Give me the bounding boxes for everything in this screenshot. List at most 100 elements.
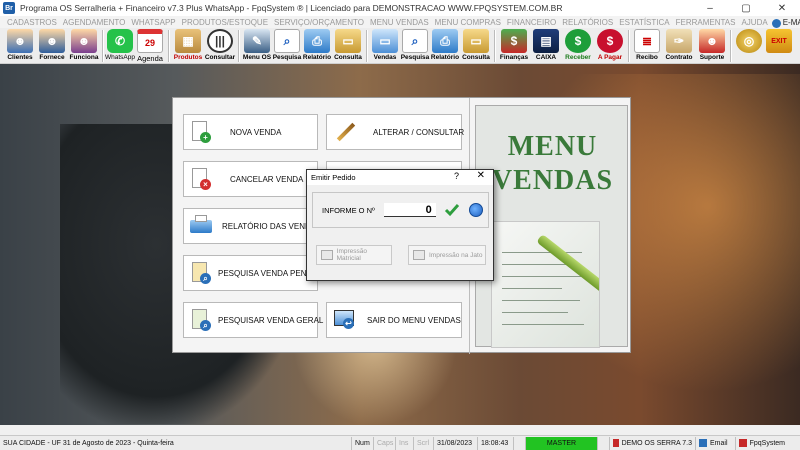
people-icon: ☻ <box>7 29 33 53</box>
caixa-button[interactable]: ▤ CAIXA <box>530 28 562 64</box>
title-bar: Br Programa OS Serralheria + Financeiro … <box>0 0 800 16</box>
recibo-label: Recibo <box>636 54 658 61</box>
dialog-close-button[interactable]: ✕ <box>477 170 485 181</box>
fornece-label: Fornece <box>39 54 65 61</box>
consulta-os-button[interactable]: ▭ Consulta <box>332 28 364 64</box>
status-caps: Caps <box>374 436 396 450</box>
relatorio-vendas-menu-button[interactable]: RELATÓRIO DAS VENDAS <box>183 208 321 244</box>
toolbar-separator <box>494 30 496 62</box>
search-pending-icon: ⌕ <box>190 261 212 285</box>
alterar-consultar-button[interactable]: ALTERAR / CONSULTAR <box>326 114 464 150</box>
produtos-button[interactable]: ▦ Produtos <box>172 28 204 64</box>
menu-vendas-title: MENU VENDAS <box>491 131 614 196</box>
menu-whatsapp[interactable]: WHATSAPP <box>128 18 178 27</box>
financas-button[interactable]: $ Finanças <box>498 28 530 64</box>
menu-ajuda[interactable]: AJUDA <box>738 18 770 27</box>
close-window-button[interactable]: ✕ <box>764 0 800 16</box>
search-general-icon: ⌕ <box>190 308 212 332</box>
pesquisa-vendas-button[interactable]: ⌕ Pesquisa <box>400 28 430 64</box>
clientes-button[interactable]: ☻ Clientes <box>4 28 36 64</box>
nova-venda-label: NOVA VENDA <box>230 127 282 137</box>
help-button[interactable]: ? <box>454 171 459 181</box>
pesquisa-os-button[interactable]: ⌕ Pesquisa <box>272 28 302 64</box>
coins-button[interactable]: ◎ <box>734 28 764 64</box>
pesquisa-venda-pendente-button[interactable]: ⌕ PESQUISA VENDA PENDENTE <box>183 255 334 291</box>
confirm-check-icon[interactable] <box>444 203 460 217</box>
menu-estatistica[interactable]: ESTATÍSTICA <box>616 18 672 27</box>
menu-bar: CADASTROS AGENDAMENTO WHATSAPP PRODUTOS/… <box>0 16 800 28</box>
fornece-button[interactable]: ☻ Fornece <box>36 28 68 64</box>
status-num: Num <box>352 436 374 450</box>
menu-agendamento[interactable]: AGENDAMENTO <box>60 18 129 27</box>
coins-icon: ◎ <box>736 29 762 53</box>
consultar-button[interactable]: ||| Consultar <box>204 28 236 64</box>
printer-icon <box>190 214 212 238</box>
impressao-matricial-label: Impressão Matricial <box>336 248 367 262</box>
minimize-button[interactable]: – <box>692 0 728 16</box>
menu-produtos-estoque[interactable]: PRODUTOS/ESTOQUE <box>179 18 271 27</box>
exit-button[interactable]: EXIT <box>764 28 794 64</box>
status-brand-text: FpqSystem <box>749 439 785 447</box>
vendas-button[interactable]: ▭ Vendas <box>370 28 400 64</box>
status-email[interactable]: Email <box>696 436 736 450</box>
workspace-background: + NOVA VENDA ALTERAR / CONSULTAR × CANCE… <box>0 64 800 425</box>
agenda-button[interactable]: 29 Agenda <box>134 28 166 64</box>
consulta-os-label: Consulta <box>334 54 362 61</box>
cancelar-venda-button[interactable]: × CANCELAR VENDA <box>183 161 318 197</box>
menu-relatorios[interactable]: RELATÓRIOS <box>559 18 616 27</box>
recibo-button[interactable]: ≣ Recibo <box>632 28 662 64</box>
printer-icon <box>413 250 425 260</box>
pesquisar-venda-geral-button[interactable]: ⌕ PESQUISAR VENDA GERAL <box>183 302 323 338</box>
funciona-label: Funciona <box>69 54 99 61</box>
new-doc-icon: + <box>190 120 212 144</box>
relatorio-vendas-button[interactable]: ⎙ Relatório <box>430 28 460 64</box>
agenda-label: Agenda <box>137 54 163 63</box>
relatorio-os-button[interactable]: ⎙ Relatório <box>302 28 332 64</box>
toolbar-separator <box>366 30 368 62</box>
menu-cadastros[interactable]: CADASTROS <box>4 18 60 27</box>
search-icon[interactable] <box>468 203 483 217</box>
impressao-jato-button[interactable]: Impressão na Jato <box>408 245 486 265</box>
whatsapp-button[interactable]: ✆ WhatsApp <box>105 28 135 64</box>
status-ins: Ins <box>396 436 414 450</box>
order-number-label: INFORME O Nº <box>322 205 375 215</box>
menu-vendas[interactable]: MENU VENDAS <box>367 18 432 27</box>
menu-compras[interactable]: MENU COMPRAS <box>432 18 504 27</box>
a-pagar-button[interactable]: $ A Pagar <box>594 28 626 64</box>
consulta-vendas-button[interactable]: ▭ Consulta <box>460 28 492 64</box>
menu-ferramentas[interactable]: FERRAMENTAS <box>673 18 739 27</box>
funciona-button[interactable]: ☻ Funciona <box>68 28 100 64</box>
vendas-label: Vendas <box>373 54 397 61</box>
status-brand[interactable]: FpqSystem <box>736 437 788 450</box>
receipt-icon: ≣ <box>634 29 660 53</box>
contract-scroll-icon: ✑ <box>666 29 692 53</box>
cancel-doc-icon: × <box>190 167 212 191</box>
order-number-group: INFORME O Nº <box>312 192 489 228</box>
whatsapp-icon: ✆ <box>107 29 133 53</box>
toolbar-separator <box>238 30 240 62</box>
suporte-label: Suporte <box>699 54 725 61</box>
maximize-button[interactable]: ▢ <box>728 0 764 16</box>
consultar-label: Consultar <box>204 54 236 61</box>
menu-servico-orcamento[interactable]: SERVIÇO/ORÇAMENTO <box>271 18 367 27</box>
printer-icon: ⎙ <box>432 29 458 53</box>
status-date: 31/08/2023 <box>434 436 478 450</box>
receber-button[interactable]: $ Receber <box>562 28 594 64</box>
sair-menu-vendas-button[interactable]: ↩ SAIR DO MENU VENDAS <box>326 302 462 338</box>
flag-icon <box>613 439 619 447</box>
folder-icon: ▭ <box>335 29 361 53</box>
exit-door-icon: EXIT <box>766 29 792 53</box>
contrato-button[interactable]: ✑ Contrato <box>662 28 696 64</box>
impressao-matricial-button[interactable]: Impressão Matricial <box>316 245 392 265</box>
calendar-icon: 29 <box>137 29 163 53</box>
suporte-button[interactable]: ☻ Suporte <box>696 28 728 64</box>
app-logo-icon: Br <box>3 2 15 14</box>
produtos-label: Produtos <box>173 54 203 61</box>
order-number-input[interactable] <box>383 203 436 217</box>
menu-financeiro[interactable]: FINANCEIRO <box>504 18 559 27</box>
menu-email[interactable]: E-MAIL <box>771 18 800 28</box>
menu-os-button[interactable]: ✎ Menu OS <box>242 28 272 64</box>
employee-icon: ☻ <box>71 29 97 53</box>
window-title: Programa OS Serralheria + Financeiro v7.… <box>20 3 563 13</box>
nova-venda-button[interactable]: + NOVA VENDA <box>183 114 318 150</box>
